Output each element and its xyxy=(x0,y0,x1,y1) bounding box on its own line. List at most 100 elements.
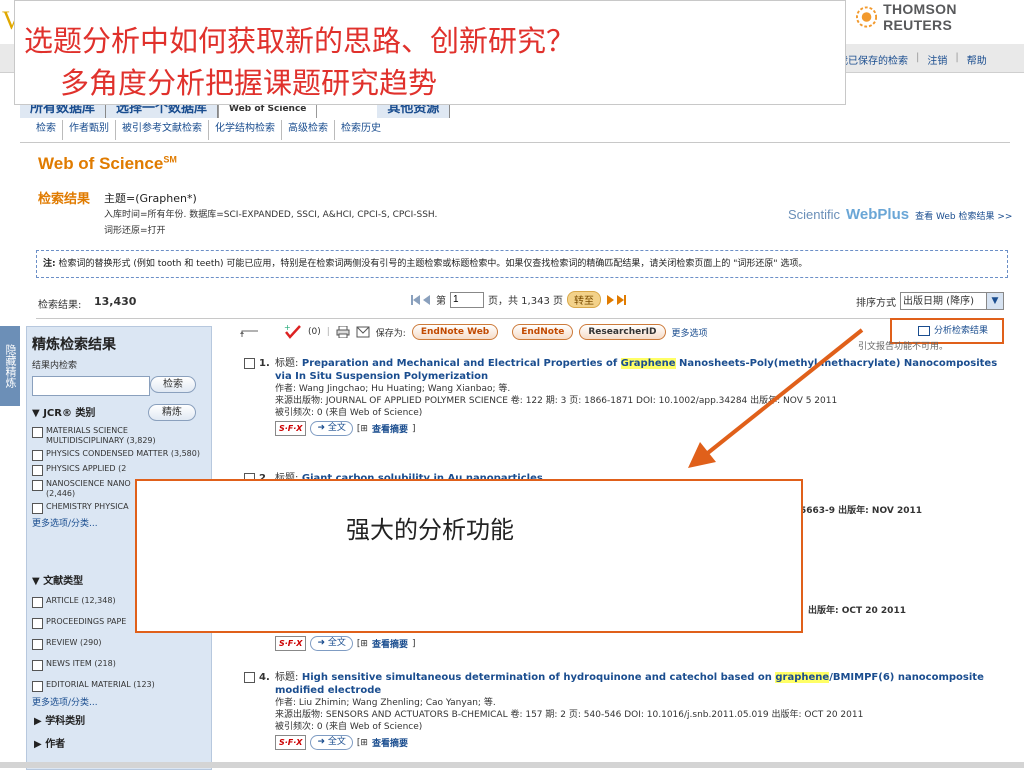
go-to-page-button[interactable]: 转至 xyxy=(567,291,601,308)
more-options-link[interactable]: 更多选项/分类... xyxy=(32,695,208,708)
subnav-search[interactable]: 检索 xyxy=(30,120,63,140)
record-title-link[interactable]: High sensitive simultaneous determinatio… xyxy=(275,672,984,696)
thomson-reuters-globe-icon xyxy=(856,6,878,28)
jcr-category-heading[interactable]: ▼ JCR® 类别 xyxy=(32,404,95,419)
email-icon[interactable] xyxy=(356,326,370,338)
record-checkbox[interactable] xyxy=(244,358,255,369)
hide-refine-tab[interactable]: 隐藏精炼 xyxy=(0,326,20,406)
view-abstract-link[interactable]: 查看摘要 xyxy=(372,422,408,435)
result-count-label: 检索结果: xyxy=(38,300,82,311)
page-title: Web of ScienceSM xyxy=(38,154,177,173)
author-heading[interactable]: ▶ 作者 xyxy=(34,735,65,750)
checkbox[interactable] xyxy=(32,427,43,438)
logout-link[interactable]: 注销 xyxy=(927,52,947,67)
slide-subtitle: 多角度分析把握课题研究趋势 xyxy=(60,66,438,100)
callout-text: 强大的分析功能 xyxy=(346,516,514,544)
add-to-marked-list-icon[interactable]: + xyxy=(284,324,302,340)
list-item[interactable]: EDITORIAL MATERIAL (123) xyxy=(32,680,208,692)
document-type-heading[interactable]: ▼ 文献类型 xyxy=(32,572,83,587)
expand-icon[interactable]: [⊞ xyxy=(357,639,368,649)
checkbox[interactable] xyxy=(32,639,43,650)
brand-name: THOMSON REUTERS xyxy=(883,1,957,33)
sfx-button[interactable]: S·F·X xyxy=(275,735,307,750)
record-source: 来源出版物: JOURNAL OF APPLIED POLYMER SCIENC… xyxy=(275,396,838,406)
view-abstract-link[interactable]: 查看摘要 xyxy=(372,637,408,650)
svg-text:+: + xyxy=(284,324,291,332)
record-actions: S·F·X ➜ 全文 [⊞ 查看摘要] xyxy=(275,636,416,651)
sort-control: 排序方式 出版日期 (降序) ▼ xyxy=(856,292,1004,310)
chevron-down-icon: ▼ xyxy=(986,293,1003,309)
saved-searches-link[interactable]: 我已保存的检索 xyxy=(838,52,908,67)
search-subnav: 检索 作者甄别 被引参考文献检索 化学结构检索 高级检索 检索历史 xyxy=(30,120,387,140)
list-item[interactable]: NEWS ITEM (218) xyxy=(32,659,208,671)
arrow-right-icon: ➜ xyxy=(317,423,326,433)
expand-icon[interactable]: [⊞ xyxy=(357,738,368,748)
list-item[interactable]: PHYSICS APPLIED (2 xyxy=(32,464,208,476)
print-icon[interactable] xyxy=(336,326,350,338)
refine-button[interactable]: 精炼 xyxy=(148,404,196,421)
refine-title: 精炼检索结果 xyxy=(32,337,116,353)
thomson-reuters-logo: THOMSON REUTERS xyxy=(856,1,1024,33)
subnav-search-history[interactable]: 检索历史 xyxy=(335,120,387,140)
checkbox[interactable] xyxy=(32,480,43,491)
subject-category-heading[interactable]: ▶ 学科类别 xyxy=(34,712,85,727)
subnav-author-finder[interactable]: 作者甄别 xyxy=(63,120,116,140)
divider xyxy=(36,318,1002,319)
record-cited: 被引频次: 0 (来自 Web of Science) xyxy=(275,408,423,418)
triangle-right-icon: ▶ xyxy=(34,739,42,750)
search-within-button[interactable]: 检索 xyxy=(150,376,196,393)
list-item[interactable]: REVIEW (290) xyxy=(32,638,208,650)
checkbox[interactable] xyxy=(32,450,43,461)
checkbox[interactable] xyxy=(32,465,43,476)
page-number-input[interactable] xyxy=(450,291,484,308)
arrow-right-icon: ➜ xyxy=(317,638,326,648)
webplus-link[interactable]: Scientific WebPlus 查看 Web 检索结果 >> xyxy=(788,206,1012,223)
subnav-advanced-search[interactable]: 高级检索 xyxy=(282,120,335,140)
result-count: 13,430 xyxy=(94,295,137,308)
full-text-button[interactable]: ➜ 全文 xyxy=(310,421,353,436)
checkbox[interactable] xyxy=(32,503,43,514)
search-within-input[interactable] xyxy=(32,376,150,396)
list-item[interactable]: MATERIALS SCIENCE MULTIDISCIPLINARY (3,8… xyxy=(32,426,208,446)
query-detail: 入库时间=所有年份. 数据库=SCI-EXPANDED, SSCI, A&HCI… xyxy=(104,210,438,220)
search-within-label: 结果内检索 xyxy=(32,361,78,371)
results-label: 检索结果 xyxy=(38,192,91,207)
arrow-right-icon: ➜ xyxy=(317,737,326,747)
full-text-button[interactable]: ➜ 全文 xyxy=(310,636,353,651)
record-authors: 作者: Liu Zhimin; Wang Zhenling; Cao Yanya… xyxy=(275,698,496,708)
citation-report-note: 引文报告功能不可用。 xyxy=(858,342,949,352)
bottom-edge xyxy=(0,762,1024,768)
subnav-structure-search[interactable]: 化学结构检索 xyxy=(209,120,282,140)
record-title-link[interactable]: Preparation and Mechanical and Electrica… xyxy=(275,358,997,382)
divider xyxy=(20,142,1010,143)
full-text-button[interactable]: ➜ 全文 xyxy=(310,735,353,750)
record-checkbox[interactable] xyxy=(244,672,255,683)
first-page-icon[interactable] xyxy=(410,294,432,306)
next-page-icon[interactable] xyxy=(605,294,627,306)
analyze-results-link[interactable]: 分析检索结果 xyxy=(918,323,988,336)
record-source: 来源出版物: SENSORS AND ACTUATORS B-CHEMICAL … xyxy=(275,710,864,720)
pagination: 第 页，共 1,343 页 转至 xyxy=(410,291,627,308)
researcherid-button[interactable]: ResearcherID xyxy=(579,324,666,340)
view-abstract-link[interactable]: 查看摘要 xyxy=(372,736,408,749)
checkbox[interactable] xyxy=(32,660,43,671)
checkbox[interactable] xyxy=(32,597,43,608)
checkbox[interactable] xyxy=(32,681,43,692)
endnote-button[interactable]: EndNote xyxy=(512,324,574,340)
checkbox[interactable] xyxy=(32,618,43,629)
subnav-cited-ref-search[interactable]: 被引参考文献检索 xyxy=(116,120,209,140)
endnote-web-button[interactable]: EndNote Web xyxy=(411,324,499,340)
results-toolbar: + (0) | 保存为: EndNote Web EndNote Researc… xyxy=(240,324,708,340)
save-to-label: 保存为: xyxy=(375,328,406,339)
sfx-button[interactable]: S·F·X xyxy=(275,421,307,436)
sort-select[interactable]: 出版日期 (降序) ▼ xyxy=(900,292,1004,310)
help-link[interactable]: 帮助 xyxy=(967,52,987,67)
record-authors: 作者: Wang Jingchao; Hu Huating; Wang Xian… xyxy=(275,384,511,394)
sfx-button[interactable]: S·F·X xyxy=(275,636,307,651)
list-item[interactable]: PHYSICS CONDENSED MATTER (3,580) xyxy=(32,449,208,461)
query-summary: 主题=(Graphen*) xyxy=(104,192,197,205)
expand-icon[interactable]: [⊞ xyxy=(357,424,368,434)
triangle-right-icon: ▶ xyxy=(34,716,42,727)
slide-title: 选题分析中如何获取新的思路、创新研究？ xyxy=(24,24,576,58)
list-item[interactable]: NANOSCIENCE NANO (2,446) xyxy=(32,479,132,499)
